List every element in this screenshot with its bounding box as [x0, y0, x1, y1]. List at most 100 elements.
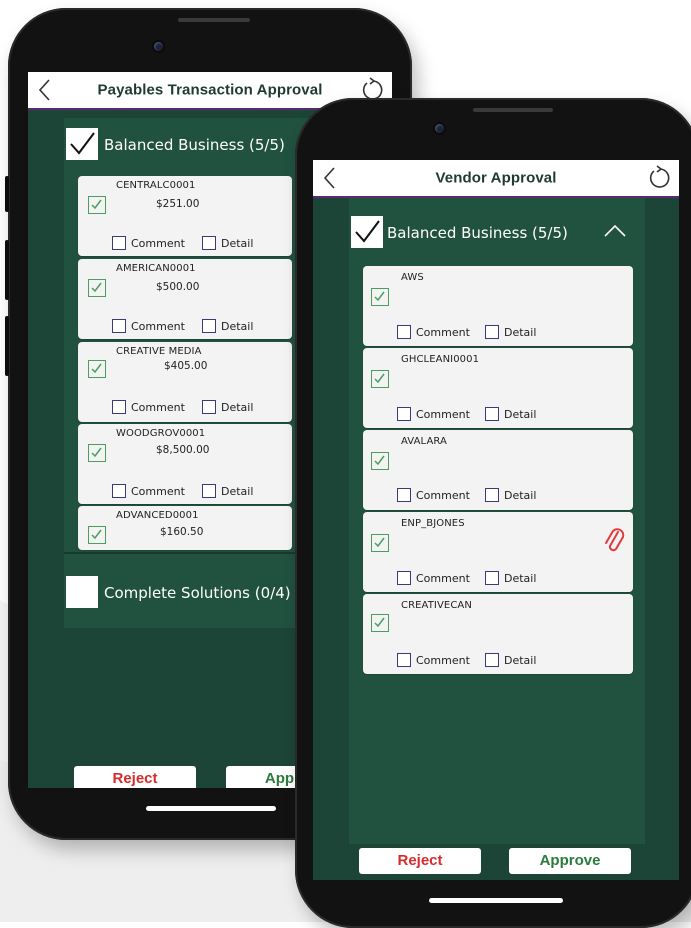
- reject-button[interactable]: Reject: [359, 848, 481, 874]
- comment-checkbox[interactable]: [397, 571, 411, 585]
- speaker-grille: [473, 108, 553, 112]
- detail-label: Detail: [221, 484, 254, 498]
- page-title: Vendor Approval: [435, 169, 557, 187]
- vendor-card[interactable]: CREATIVECAN Comment Detail: [363, 594, 633, 674]
- comment-option[interactable]: Comment: [112, 319, 185, 333]
- reject-button[interactable]: Reject: [74, 766, 196, 788]
- detail-option[interactable]: Detail: [202, 484, 253, 498]
- detail-label: Detail: [221, 400, 254, 414]
- card-checkbox[interactable]: [88, 279, 106, 297]
- comment-option[interactable]: Comment: [397, 325, 470, 339]
- vendor-card[interactable]: GHCLEANI0001 Comment Detail: [363, 348, 633, 428]
- detail-label: Detail: [221, 319, 254, 333]
- detail-option[interactable]: Detail: [202, 319, 253, 333]
- vendor-name: CENTRALC0001: [116, 180, 196, 191]
- right-screen: Vendor Approval Balanced Business (5/5) …: [313, 160, 679, 880]
- detail-checkbox[interactable]: [485, 571, 499, 585]
- card-checkbox[interactable]: [88, 360, 106, 378]
- vendor-name: CREATIVE MEDIA: [116, 346, 202, 357]
- home-indicator: [146, 806, 276, 811]
- comment-label: Comment: [131, 236, 185, 250]
- card-checkbox[interactable]: [371, 288, 389, 306]
- card-checkbox[interactable]: [88, 196, 106, 214]
- transaction-card[interactable]: AMERICAN0001 $500.00 Comment Detail: [78, 259, 292, 339]
- detail-option[interactable]: Detail: [485, 653, 536, 667]
- detail-option[interactable]: Detail: [485, 488, 536, 502]
- vendor-card[interactable]: ENP_BJONES Comment Detail: [363, 512, 633, 592]
- card-checkbox[interactable]: [88, 526, 106, 544]
- comment-checkbox[interactable]: [112, 319, 126, 333]
- comment-label: Comment: [131, 400, 185, 414]
- group-checkbox[interactable]: [66, 576, 98, 608]
- comment-checkbox[interactable]: [112, 400, 126, 414]
- group-checkbox[interactable]: [351, 216, 383, 248]
- detail-checkbox[interactable]: [485, 488, 499, 502]
- card-checkbox[interactable]: [371, 534, 389, 552]
- comment-label: Comment: [416, 407, 470, 421]
- card-checkbox[interactable]: [371, 452, 389, 470]
- page-title: Payables Transaction Approval: [97, 81, 323, 99]
- transaction-amount: $160.50: [160, 526, 204, 538]
- comment-option[interactable]: Comment: [397, 653, 470, 667]
- comment-option[interactable]: Comment: [397, 571, 470, 585]
- transaction-card[interactable]: CENTRALC0001 $251.00 Comment Detail: [78, 176, 292, 256]
- detail-checkbox[interactable]: [202, 236, 216, 250]
- approve-button[interactable]: Approve: [509, 848, 631, 874]
- comment-checkbox[interactable]: [112, 236, 126, 250]
- detail-checkbox[interactable]: [485, 325, 499, 339]
- chevron-up-icon[interactable]: [603, 224, 627, 238]
- transaction-amount: $251.00: [156, 198, 200, 210]
- comment-option[interactable]: Comment: [112, 400, 185, 414]
- comment-option[interactable]: Comment: [112, 484, 185, 498]
- detail-checkbox[interactable]: [202, 400, 216, 414]
- comment-option[interactable]: Comment: [397, 488, 470, 502]
- app-header: Vendor Approval: [313, 160, 679, 198]
- attachment-paperclip-icon[interactable]: [603, 526, 625, 556]
- detail-label: Detail: [504, 407, 537, 421]
- detail-option[interactable]: Detail: [485, 325, 536, 339]
- detail-label: Detail: [504, 325, 537, 339]
- detail-label: Detail: [504, 653, 537, 667]
- home-indicator: [429, 898, 563, 903]
- detail-option[interactable]: Detail: [485, 407, 536, 421]
- group-label: Balanced Business (5/5): [387, 224, 568, 242]
- transaction-card[interactable]: CREATIVE MEDIA $405.00 Comment Detail: [78, 342, 292, 422]
- card-checkbox[interactable]: [88, 444, 106, 462]
- vendor-name: ENP_BJONES: [401, 518, 465, 529]
- detail-checkbox[interactable]: [202, 319, 216, 333]
- detail-option[interactable]: Detail: [202, 236, 253, 250]
- detail-checkbox[interactable]: [485, 653, 499, 667]
- comment-option[interactable]: Comment: [397, 407, 470, 421]
- vendor-name: AWS: [401, 272, 424, 283]
- refresh-icon[interactable]: [647, 165, 673, 191]
- comment-checkbox[interactable]: [397, 488, 411, 502]
- front-camera: [154, 42, 163, 51]
- volume-button: [5, 176, 9, 212]
- detail-label: Detail: [504, 488, 537, 502]
- transaction-amount: $8,500.00: [156, 444, 210, 456]
- card-checkbox[interactable]: [371, 614, 389, 632]
- comment-checkbox[interactable]: [112, 484, 126, 498]
- detail-checkbox[interactable]: [485, 407, 499, 421]
- vendor-card[interactable]: AVALARA Comment Detail: [363, 430, 633, 510]
- comment-option[interactable]: Comment: [112, 236, 185, 250]
- transaction-amount: $500.00: [156, 281, 200, 293]
- comment-label: Comment: [416, 653, 470, 667]
- card-checkbox[interactable]: [371, 370, 389, 388]
- comment-label: Comment: [416, 488, 470, 502]
- detail-option[interactable]: Detail: [485, 571, 536, 585]
- group-checkbox[interactable]: [66, 128, 98, 160]
- vendor-card[interactable]: AWS Comment Detail: [363, 266, 633, 346]
- transaction-amount: $405.00: [164, 360, 208, 372]
- speaker-grille: [178, 18, 250, 22]
- detail-checkbox[interactable]: [202, 484, 216, 498]
- comment-checkbox[interactable]: [397, 407, 411, 421]
- comment-checkbox[interactable]: [397, 325, 411, 339]
- vendor-name: AVALARA: [401, 436, 447, 447]
- transaction-card[interactable]: ADVANCED0001 $160.50: [78, 506, 292, 550]
- vendor-name: ADVANCED0001: [116, 510, 199, 521]
- detail-option[interactable]: Detail: [202, 400, 253, 414]
- transaction-card[interactable]: WOODGROV0001 $8,500.00 Comment Detail: [78, 424, 292, 504]
- vendor-name: CREATIVECAN: [401, 600, 472, 611]
- comment-checkbox[interactable]: [397, 653, 411, 667]
